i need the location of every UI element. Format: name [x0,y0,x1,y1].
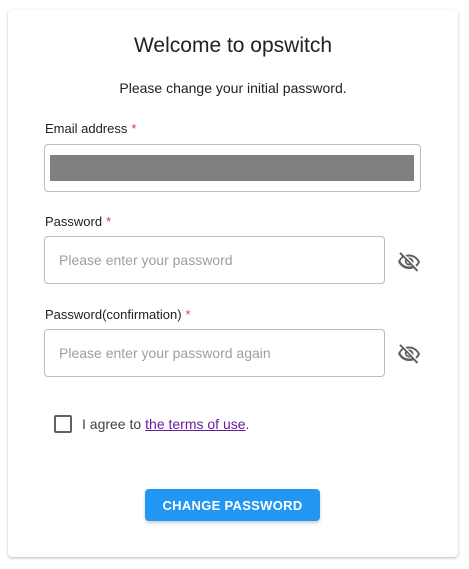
eye-off-icon[interactable] [397,250,421,274]
password-input[interactable] [59,237,370,283]
password-confirm-input[interactable] [59,330,370,376]
password-confirm-required-mark: * [185,307,191,322]
password-required-mark: * [106,214,112,229]
password-confirm-label-text: Password(confirmation) [45,307,182,322]
page-subtitle: Please change your initial password. [119,80,347,96]
email-required-mark: * [131,121,137,136]
eye-off-icon[interactable] [397,342,421,366]
change-password-button[interactable]: CHANGE PASSWORD [145,489,320,521]
password-label-text: Password [45,214,103,229]
password-confirm-label: Password(confirmation) * [45,307,191,322]
terms-prefix: I agree to [82,416,142,432]
terms-suffix: . [245,416,250,432]
password-confirm-field[interactable] [44,329,385,377]
email-field[interactable] [44,144,421,192]
email-value-redacted [50,155,414,181]
password-field[interactable] [44,236,385,284]
terms-of-use-link[interactable]: the terms of use [145,416,245,432]
password-label: Password * [45,214,111,229]
email-label: Email address * [45,121,136,136]
page-title: Welcome to opswitch [133,34,333,57]
terms-agreement: I agree to the terms of use. [54,415,249,433]
email-label-text: Email address [45,121,128,136]
terms-checkbox[interactable] [54,415,72,433]
change-password-card: Welcome to opswitch Please change your i… [8,10,458,557]
